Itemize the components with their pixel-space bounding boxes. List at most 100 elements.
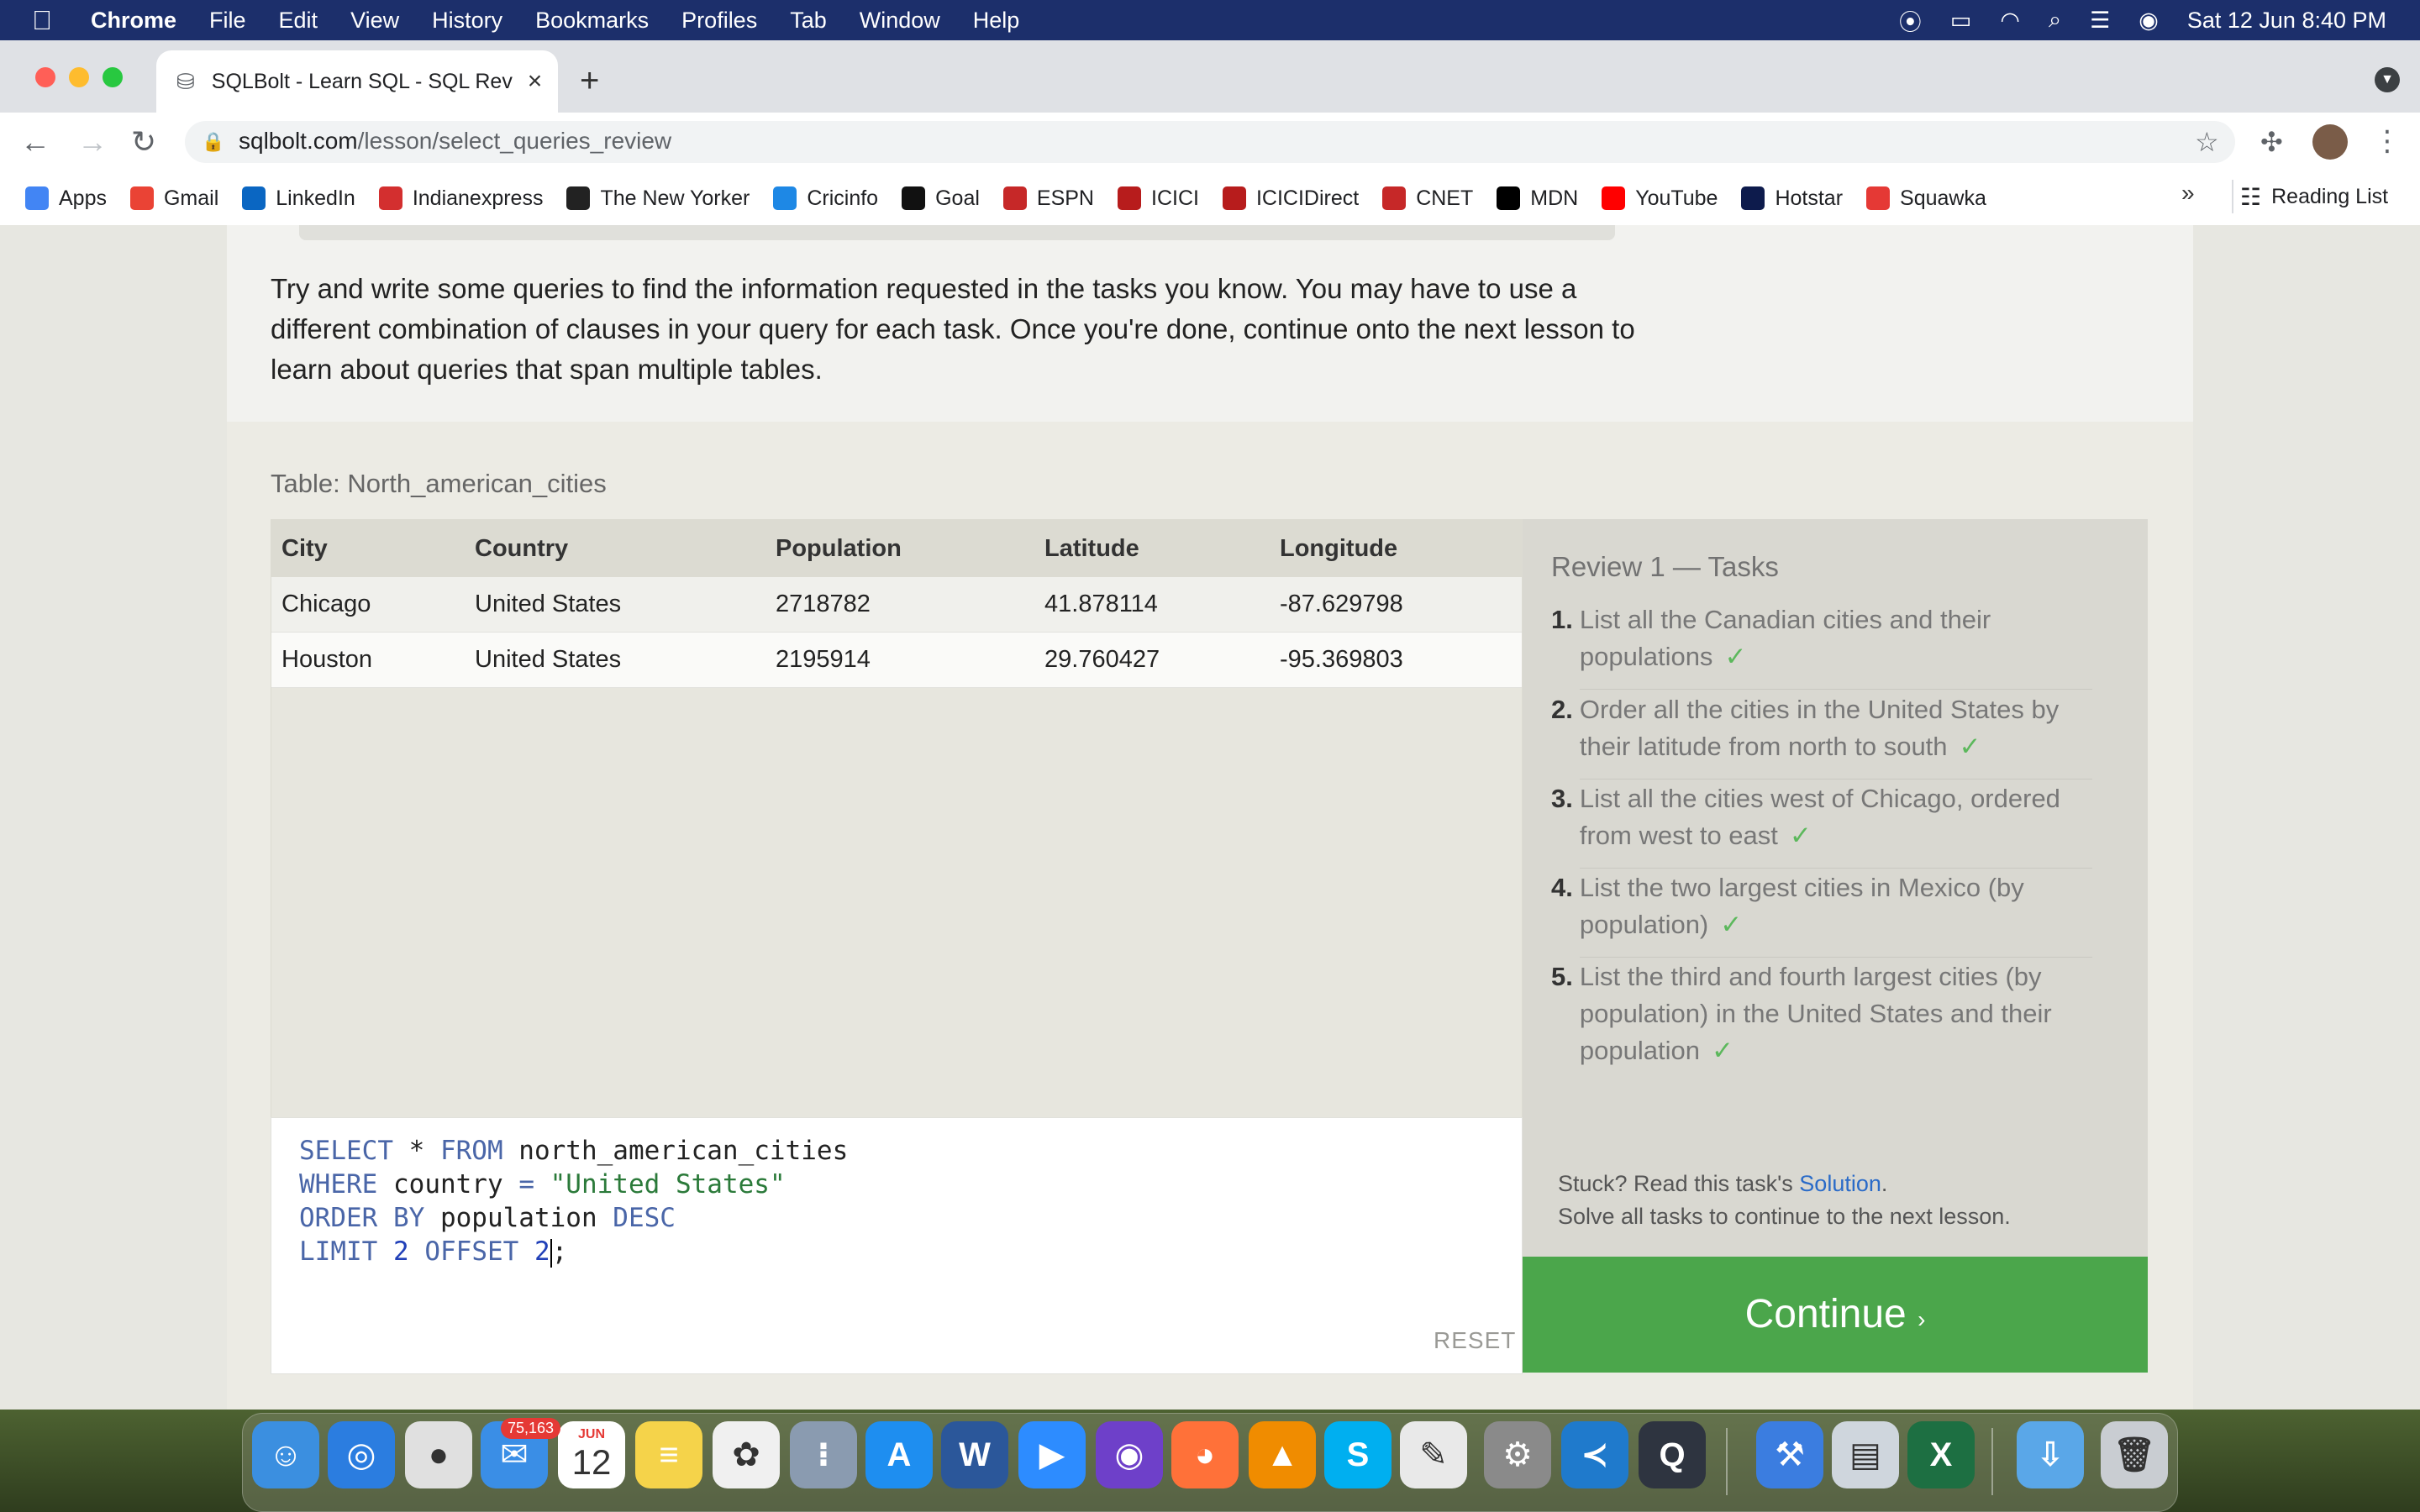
sql-code[interactable]: SELECT * FROM north_american_cities WHER… — [299, 1134, 848, 1268]
apple-menu-icon[interactable]:  — [32, 5, 52, 36]
photos-dock-icon[interactable]: ✿ — [713, 1421, 780, 1488]
reload-icon[interactable]: ↻ — [131, 124, 156, 160]
bookmark-favicon-icon — [1118, 186, 1141, 210]
excel-dock-icon[interactable]: X — [1907, 1421, 1975, 1488]
safari-dock-icon[interactable]: ◎ — [328, 1421, 395, 1488]
bookmark-label: LinkedIn — [276, 186, 355, 210]
solution-link[interactable]: Solution — [1799, 1171, 1881, 1196]
downloads-dock-icon[interactable]: ⇩ — [2017, 1421, 2084, 1488]
profile-avatar[interactable] — [2312, 124, 2348, 160]
reading-list-button[interactable]: ☷ Reading List — [2240, 183, 2388, 211]
textedit-dock-icon[interactable]: ✎ — [1400, 1421, 1467, 1488]
menu-app-name[interactable]: Chrome — [91, 8, 176, 34]
finder-dock-icon[interactable]: ☺ — [252, 1421, 319, 1488]
word-dock-icon[interactable]: W — [941, 1421, 1008, 1488]
menu-help[interactable]: Help — [973, 8, 1020, 34]
screen-record-icon[interactable]: ⦿ — [1899, 4, 1922, 37]
chrome-dock-icon[interactable]: ● — [405, 1421, 472, 1488]
menu-edit[interactable]: Edit — [279, 8, 318, 34]
firefox-dock-icon[interactable]: ◕ — [1171, 1421, 1239, 1488]
battery-icon[interactable]: ▭ — [1950, 8, 1972, 34]
wifi-icon[interactable]: ◠ — [2000, 8, 2020, 34]
checkmark-icon: ✓ — [1711, 1036, 1733, 1065]
zoom-window-button[interactable] — [103, 67, 123, 87]
bookmark-label: Goal — [935, 186, 980, 210]
vscode-dock-icon[interactable]: ≺ — [1561, 1421, 1628, 1488]
sql-keyword: ORDER BY — [299, 1203, 425, 1233]
dock-separator — [1726, 1428, 1728, 1495]
reset-button[interactable]: RESET — [1434, 1327, 1516, 1354]
preview-dock-icon[interactable]: ▤ — [1832, 1421, 1899, 1488]
bookmark-espn[interactable]: ESPN — [1002, 186, 1094, 211]
bookmark-mdn[interactable]: MDN — [1497, 186, 1578, 211]
stuck-period: . — [1881, 1171, 1888, 1196]
github-dock-icon[interactable]: ◉ — [1096, 1421, 1163, 1488]
lock-icon[interactable]: 🔒 — [202, 131, 224, 153]
menu-history[interactable]: History — [432, 8, 502, 34]
table-cell: United States — [465, 632, 765, 688]
chrome-menu-icon[interactable]: ⋮ — [2373, 124, 2402, 158]
table-row: Houston United States 2195914 29.760427 … — [271, 632, 1522, 688]
control-center-icon[interactable]: ☰ — [2090, 8, 2110, 34]
bookmark-indianexpress[interactable]: Indianexpress — [378, 186, 543, 211]
bookmark-label: Hotstar — [1775, 186, 1844, 210]
sql-keyword: OFFSET — [424, 1236, 519, 1267]
bookmark-the-new-yorker[interactable]: The New Yorker — [566, 186, 750, 211]
menu-profiles[interactable]: Profiles — [681, 8, 757, 34]
menu-tab[interactable]: Tab — [790, 8, 827, 34]
tab-sqlbolt[interactable]: ⛁ SQLBolt - Learn SQL - SQL Rev × — [156, 50, 558, 113]
mail-unread-badge: 75,163 — [501, 1418, 561, 1439]
bookmark-star-icon[interactable]: ☆ — [2195, 126, 2219, 158]
siri-icon[interactable]: ◉ — [2139, 8, 2159, 34]
tab-title: SQLBolt - Learn SQL - SQL Rev — [211, 69, 513, 93]
vlc-dock-icon[interactable]: ▲ — [1249, 1421, 1316, 1488]
forward-arrow-icon[interactable]: → — [77, 124, 108, 160]
spotlight-search-icon[interactable]: ⌕ — [2049, 7, 2061, 34]
quicktime-dock-icon[interactable]: Q — [1639, 1421, 1706, 1488]
sql-number: 2 — [377, 1236, 425, 1267]
menu-view[interactable]: View — [350, 8, 399, 34]
bookmark-gmail[interactable]: Gmail — [129, 186, 218, 211]
close-window-button[interactable] — [35, 67, 55, 87]
extensions-puzzle-icon[interactable]: ✣ — [2260, 126, 2283, 158]
bookmark-apps[interactable]: Apps — [25, 186, 107, 211]
menu-bookmarks[interactable]: Bookmarks — [535, 8, 649, 34]
bookmark-icici[interactable]: ICICI — [1118, 186, 1199, 211]
menu-file[interactable]: File — [209, 8, 246, 34]
task-text-wrap: Order all the cities in the United State… — [1580, 691, 2106, 765]
launchpad-dock-icon[interactable]: ⁝ — [790, 1421, 857, 1488]
sql-number: 2 — [518, 1236, 550, 1267]
bookmark-linkedin[interactable]: LinkedIn — [242, 186, 355, 211]
task-number: 5. — [1551, 962, 1573, 991]
notes-dock-icon[interactable]: ≡ — [635, 1421, 702, 1488]
menu-window[interactable]: Window — [860, 8, 940, 34]
back-arrow-icon[interactable]: ← — [20, 124, 50, 160]
bookmark-icicidirect[interactable]: ICICIDirect — [1222, 186, 1359, 211]
url-text[interactable]: sqlbolt.com/lesson/select_queries_review — [239, 128, 671, 155]
bookmark-cricinfo[interactable]: Cricinfo — [773, 186, 878, 211]
app-store-dock-icon[interactable]: A — [865, 1421, 933, 1488]
bookmark-cnet[interactable]: CNET — [1382, 186, 1473, 211]
system-preferences-dock-icon[interactable]: ⚙ — [1484, 1421, 1551, 1488]
bookmark-squawka[interactable]: Squawka — [1866, 186, 1986, 211]
bookmark-goal[interactable]: Goal — [902, 186, 980, 211]
bookmarks-overflow-chevron-icon[interactable]: » — [2181, 180, 2195, 207]
task-item: 4. List the two largest cities in Mexico … — [1551, 869, 2106, 943]
trash-dock-icon[interactable]: 🗑 — [2101, 1421, 2168, 1488]
menu-clock[interactable]: Sat 12 Jun 8:40 PM — [2187, 8, 2386, 34]
skype-dock-icon[interactable]: S — [1324, 1421, 1392, 1488]
bookmark-favicon-icon — [1497, 186, 1521, 210]
close-tab-icon[interactable]: × — [528, 67, 543, 96]
bookmark-youtube[interactable]: YouTube — [1602, 186, 1718, 211]
bookmark-hotstar[interactable]: Hotstar — [1741, 186, 1843, 211]
task-number: 1. — [1551, 605, 1573, 634]
zoom-dock-icon[interactable]: ▶ — [1018, 1421, 1086, 1488]
continue-label: Continue — [1744, 1292, 1907, 1336]
continue-button[interactable]: Continue › — [1523, 1257, 2148, 1373]
minimize-window-button[interactable] — [69, 67, 89, 87]
url-path: /lesson/select_queries_review — [357, 128, 672, 154]
new-tab-button[interactable]: + — [580, 62, 599, 100]
xcode-dock-icon[interactable]: ⚒ — [1756, 1421, 1823, 1488]
tab-search-chevron-icon[interactable]: ▼ — [2375, 67, 2400, 92]
calendar-dock-icon[interactable]: JUN 12 — [558, 1421, 625, 1488]
